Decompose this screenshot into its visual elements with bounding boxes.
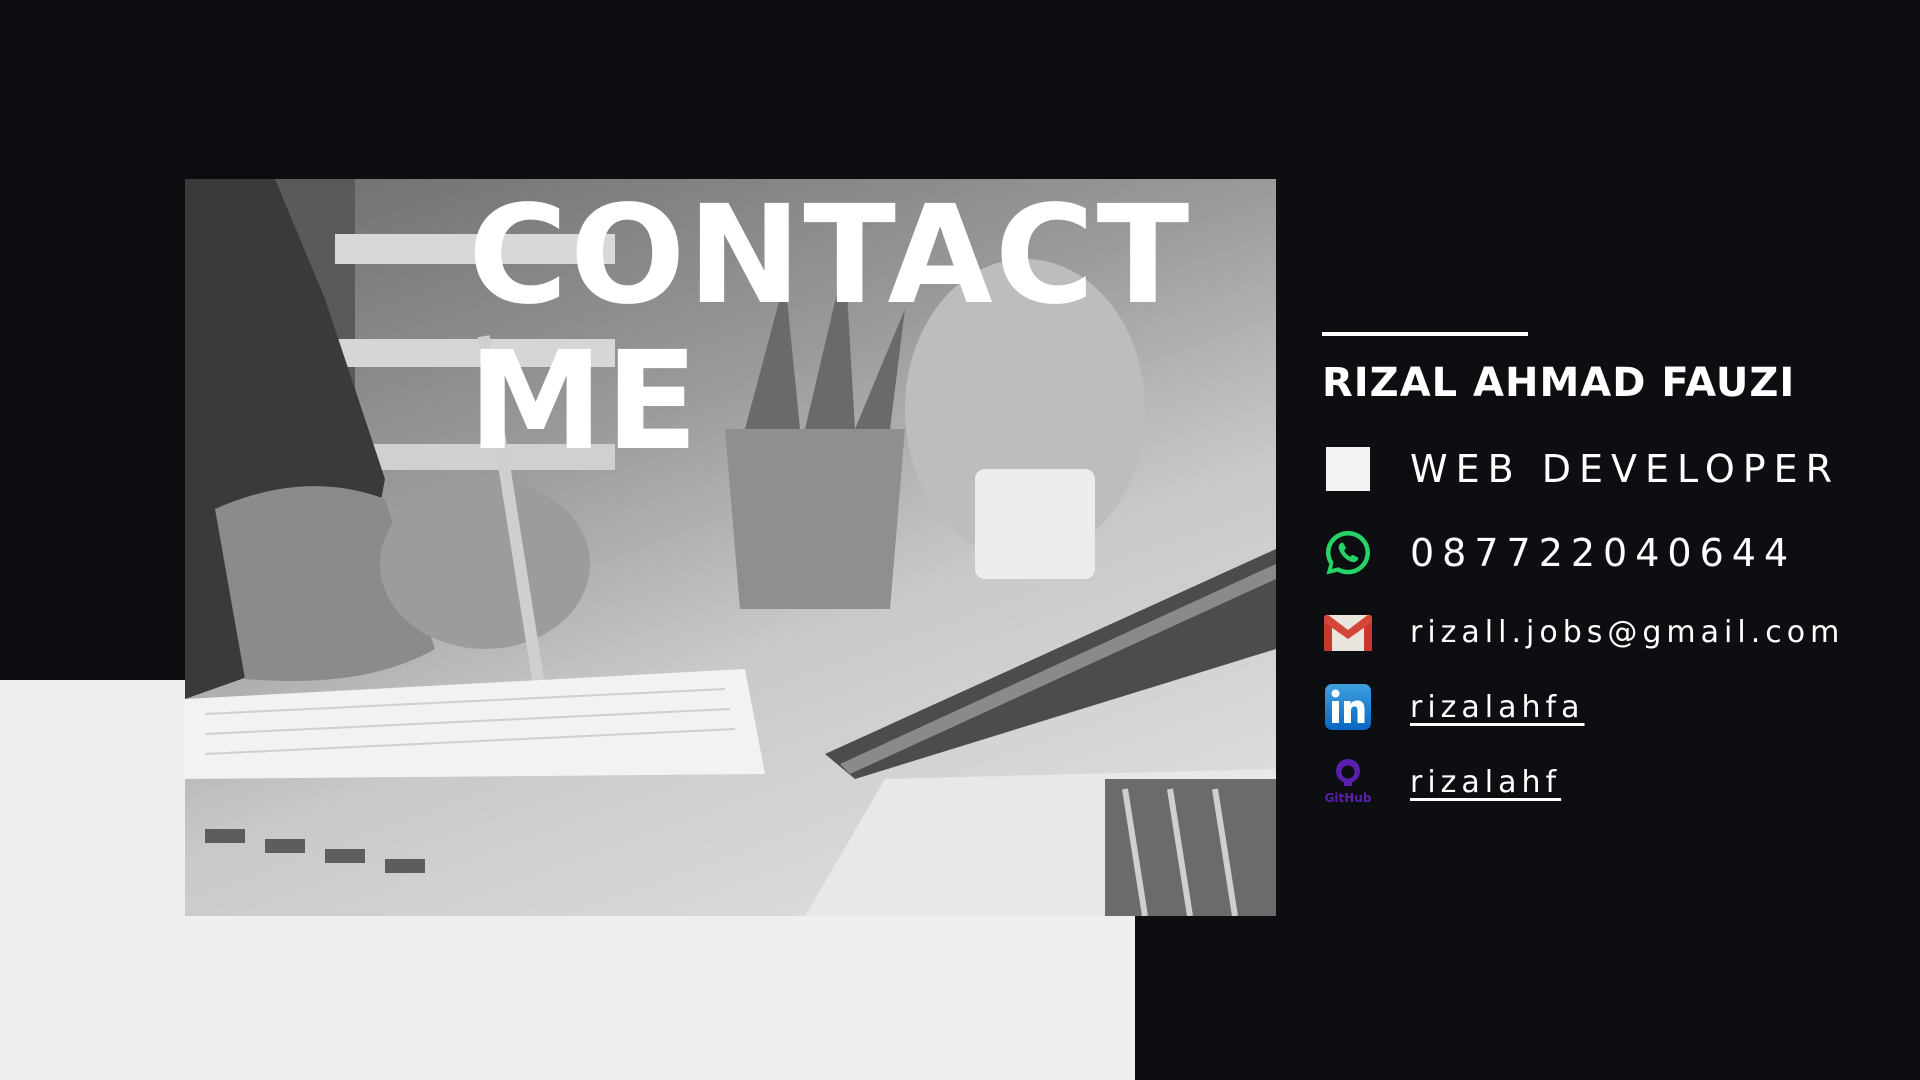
headline-line-1: CONTACT [468, 177, 1192, 335]
role-text: WEB DEVELOPER [1410, 447, 1841, 491]
phone-row: 087722040644 [1322, 527, 1796, 579]
github-icon: GitHub [1322, 756, 1374, 808]
email-row: rizall.jobs@gmail.com [1322, 606, 1844, 658]
linkedin-link[interactable]: rizalahfa [1410, 690, 1584, 725]
phone-number: 087722040644 [1410, 531, 1797, 575]
email-address: rizall.jobs@gmail.com [1410, 614, 1845, 650]
gmail-icon [1322, 606, 1374, 658]
linkedin-row[interactable]: rizalahfa [1322, 681, 1584, 733]
name-divider [1322, 332, 1528, 336]
github-link[interactable]: rizalahf [1410, 765, 1561, 800]
headline-line-2: ME [468, 323, 701, 481]
contact-me-headline: CONTACT ME [468, 183, 1191, 475]
github-icon-label: GitHub [1325, 791, 1372, 805]
github-row[interactable]: GitHub rizalahf [1322, 756, 1561, 808]
linkedin-icon [1322, 681, 1374, 733]
square-shape [1326, 447, 1370, 491]
square-icon [1322, 443, 1374, 495]
whatsapp-icon [1322, 527, 1374, 579]
role-row: WEB DEVELOPER [1322, 443, 1840, 495]
profile-name: RIZAL AHMAD FAUZI [1322, 360, 1796, 406]
